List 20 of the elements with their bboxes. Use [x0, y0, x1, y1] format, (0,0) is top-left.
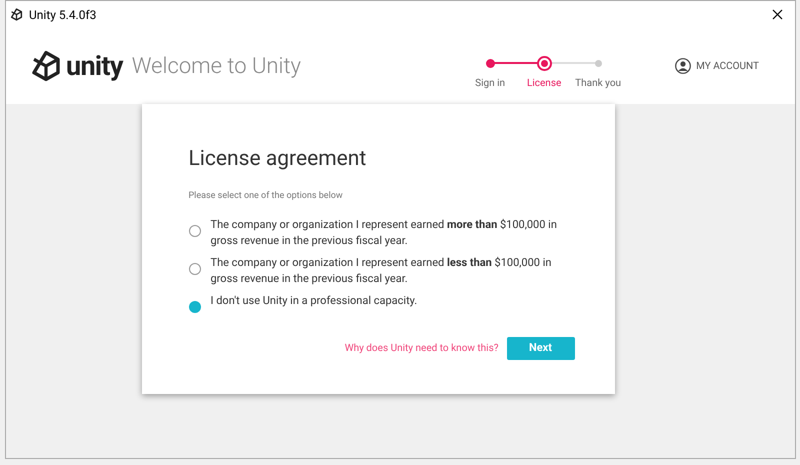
option-label[interactable]: I don't use Unity in a professional capacity.: [210, 293, 570, 309]
step-label[interactable]: Thank you: [575, 76, 622, 91]
step-label[interactable]: Sign in: [475, 76, 506, 91]
logo-text: unity: [66, 48, 123, 84]
unity-logo-icon: [30, 50, 62, 82]
option-label[interactable]: The company or organization I represent earned less than $100,000 in gross revenue in the previous fiscal year.: [210, 255, 570, 287]
user-avatar-icon[interactable]: [675, 58, 692, 74]
step-label[interactable]: License: [526, 76, 562, 91]
radio-button[interactable]: [188, 225, 200, 237]
close-icon[interactable]: [772, 9, 783, 20]
welcome-heading: Welcome to Unity: [132, 52, 301, 80]
radio-button[interactable]: [188, 301, 200, 313]
card-subtitle: Please select one of the options below: [188, 190, 344, 202]
my-account-link[interactable]: MY ACCOUNT: [696, 58, 759, 74]
window-title: Unity 5.4.0f3: [29, 6, 96, 24]
help-link[interactable]: Why does Unity need to know this?: [344, 341, 498, 356]
card-title: License agreement: [188, 146, 368, 173]
radio-button[interactable]: [188, 263, 200, 275]
unity-logo-icon: [10, 8, 23, 21]
option-label[interactable]: The company or organization I represent earned more than $100,000 in gross revenue in the previous fiscal year.: [210, 217, 570, 249]
